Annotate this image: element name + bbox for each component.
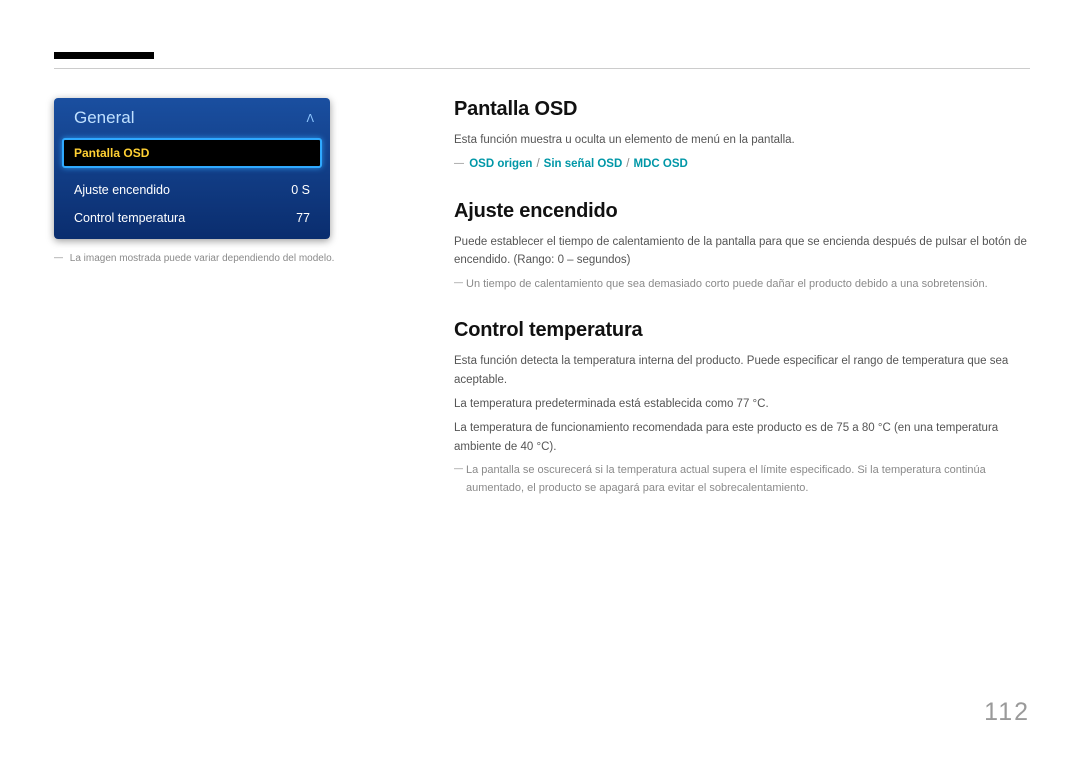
chevron-up-icon: ᐱ bbox=[306, 112, 314, 125]
osd-row-label: Control temperatura bbox=[74, 211, 185, 225]
osd-options: ― OSD origen/Sin señal OSD/MDC OSD bbox=[454, 155, 1030, 173]
osd-row-control-temperatura[interactable]: Control temperatura 77 bbox=[54, 204, 330, 239]
left-caption-text: La imagen mostrada puede variar dependie… bbox=[70, 253, 335, 264]
section-note: La pantalla se oscurecerá si la temperat… bbox=[454, 462, 1030, 497]
separator-icon: / bbox=[532, 158, 543, 170]
section-body: La temperatura de funcionamiento recomen… bbox=[454, 419, 1030, 456]
osd-selected-item[interactable]: Pantalla OSD bbox=[62, 138, 322, 168]
page-number: 112 bbox=[984, 698, 1030, 727]
osd-selected-label: Pantalla OSD bbox=[74, 146, 149, 160]
section-pantalla-osd: Pantalla OSD Esta función muestra u ocul… bbox=[454, 98, 1030, 174]
header-divider bbox=[54, 68, 1030, 69]
right-column: Pantalla OSD Esta función muestra u ocul… bbox=[344, 98, 1030, 523]
option-value: MDC OSD bbox=[633, 158, 687, 170]
section-ajuste-encendido: Ajuste encendido Puede establecer el tie… bbox=[454, 200, 1030, 293]
section-body: La temperatura predeterminada está estab… bbox=[454, 395, 1030, 413]
header-marker bbox=[54, 52, 154, 59]
osd-menu-header[interactable]: General ᐱ bbox=[54, 98, 330, 138]
osd-row-value: 0 S bbox=[291, 183, 310, 197]
section-note: Un tiempo de calentamiento que sea demas… bbox=[454, 276, 1030, 294]
dash-icon: ― bbox=[454, 158, 464, 169]
osd-row-ajuste-encendido[interactable]: Ajuste encendido 0 S bbox=[54, 176, 330, 204]
option-value: OSD origen bbox=[469, 158, 532, 170]
option-value: Sin señal OSD bbox=[544, 158, 623, 170]
osd-row-label: Ajuste encendido bbox=[74, 183, 170, 197]
left-column: General ᐱ Pantalla OSD Ajuste encendido … bbox=[54, 98, 344, 523]
page-content: General ᐱ Pantalla OSD Ajuste encendido … bbox=[54, 98, 1030, 523]
osd-row-value: 77 bbox=[296, 211, 310, 225]
section-title: Ajuste encendido bbox=[454, 200, 1030, 223]
left-caption: La imagen mostrada puede variar dependie… bbox=[54, 251, 344, 266]
section-body: Esta función detecta la temperatura inte… bbox=[454, 352, 1030, 389]
section-body: Puede establecer el tiempo de calentamie… bbox=[454, 233, 1030, 270]
separator-icon: / bbox=[622, 158, 633, 170]
section-control-temperatura: Control temperatura Esta función detecta… bbox=[454, 319, 1030, 497]
section-title: Control temperatura bbox=[454, 319, 1030, 342]
osd-header-label: General bbox=[74, 108, 134, 128]
section-body: Esta función muestra u oculta un element… bbox=[454, 131, 1030, 149]
section-title: Pantalla OSD bbox=[454, 98, 1030, 121]
osd-menu-panel: General ᐱ Pantalla OSD Ajuste encendido … bbox=[54, 98, 330, 239]
